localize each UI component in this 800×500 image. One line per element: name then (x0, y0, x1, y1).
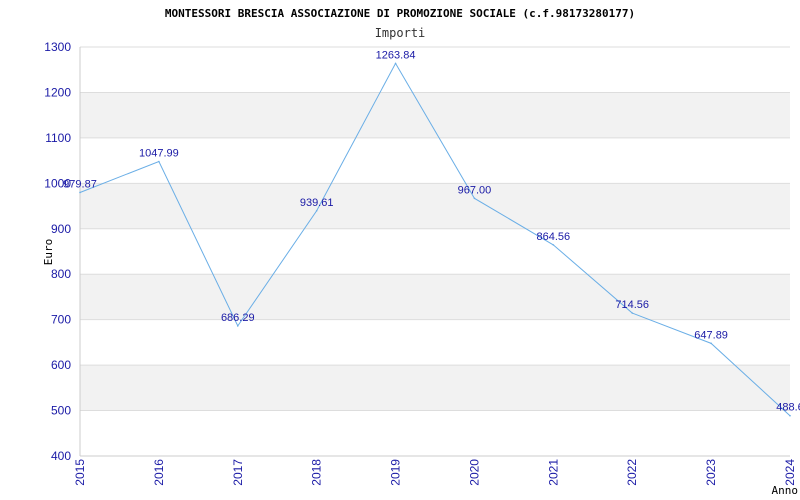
data-point (631, 312, 634, 314)
data-label: 714.56 (615, 299, 649, 311)
data-label: 647.89 (694, 329, 728, 341)
data-point (473, 197, 476, 200)
data-label: 686.29 (221, 312, 255, 324)
y-tick-label: 1300 (44, 40, 71, 54)
y-tick-label: 800 (51, 267, 71, 281)
data-point (236, 325, 239, 327)
x-tick-label: 2024 (783, 459, 797, 486)
y-tick-label: 600 (51, 358, 71, 372)
x-tick-label: 2023 (704, 459, 718, 486)
chart-title: MONTESSORI BRESCIA ASSOCIAZIONE DI PROMO… (165, 7, 635, 20)
data-label: 1047.99 (139, 148, 179, 160)
x-tick-label: 2020 (467, 459, 481, 486)
data-point (158, 160, 160, 163)
data-label: 979.87 (63, 178, 97, 190)
x-tick-label: 2018 (310, 459, 324, 486)
chart-area: MONTESSORI BRESCIA ASSOCIAZIONE DI PROMO… (42, 7, 800, 497)
x-axis-title: Anno (772, 484, 799, 497)
y-tick-label: 700 (51, 313, 71, 327)
data-point (394, 62, 397, 65)
grid-band (80, 365, 790, 411)
y-tick-label: 1100 (45, 131, 71, 145)
y-tick-label: 900 (51, 222, 71, 236)
x-tick-label: 2016 (152, 459, 166, 486)
grid-band (80, 183, 790, 229)
grid-bands (80, 92, 790, 411)
x-tick-label: 2021 (546, 459, 560, 486)
y-tick-label: 500 (51, 404, 71, 418)
data-point (710, 342, 712, 345)
data-label: 939.61 (300, 197, 334, 209)
x-tick-label: 2015 (73, 459, 87, 486)
x-tick-label: 2017 (231, 459, 245, 486)
chart-subtitle: Importi (375, 26, 426, 40)
data-label: 864.56 (537, 231, 571, 243)
y-tick-label: 1200 (44, 85, 71, 99)
data-point (79, 191, 81, 194)
y-axis-title: Euro (42, 239, 55, 266)
y-tick-label: 400 (51, 449, 71, 463)
x-tick-label: 2019 (389, 459, 403, 486)
data-label: 1263.84 (376, 49, 416, 61)
data-point (315, 209, 318, 212)
data-point (789, 414, 791, 417)
grid-band (80, 274, 790, 320)
data-label: 967.00 (458, 184, 492, 196)
x-tick-label: 2022 (625, 459, 639, 486)
data-point (552, 244, 555, 246)
data-label: 488.6 (776, 402, 800, 414)
x-tick-labels: 2015 2016 2017 2018 2019 2020 2021 2022 2023 2024 (73, 459, 797, 486)
